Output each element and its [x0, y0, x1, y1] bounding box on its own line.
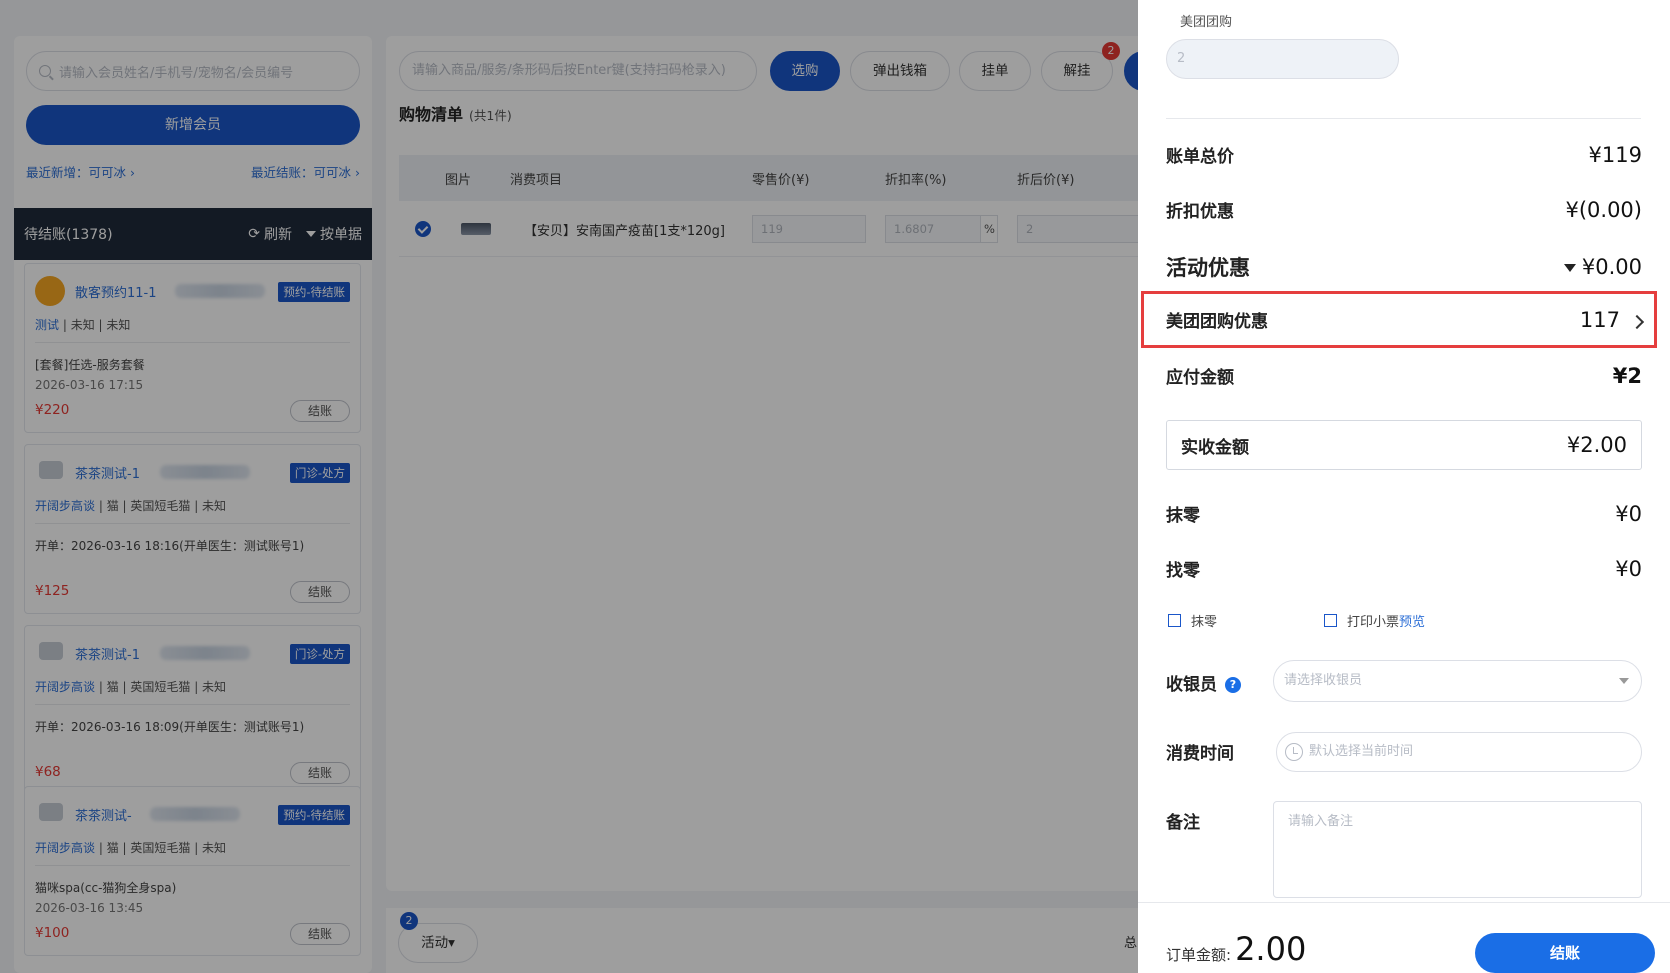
remark-textarea[interactable]: 请输入备注 — [1273, 801, 1642, 898]
change-row: 找零 ¥0 — [1166, 556, 1642, 582]
clock-icon — [1285, 743, 1303, 761]
activity-label: 活动优惠 — [1166, 256, 1250, 280]
rounding-checkbox[interactable] — [1168, 614, 1181, 627]
received-value: ¥2.00 — [1566, 433, 1627, 457]
payable-value: ¥2 — [1612, 363, 1642, 388]
checkout-button[interactable]: 结账 — [1475, 933, 1655, 973]
activity-value: ¥0.00 — [1581, 255, 1642, 279]
caret-down-icon[interactable] — [1563, 264, 1576, 272]
received-label: 实收金额 — [1181, 437, 1249, 458]
meituan-discount-group: 117 — [1579, 307, 1645, 332]
discount-row: 折扣优惠 ¥(0.00) — [1166, 197, 1642, 223]
meituan-label: 美团团购 — [1180, 15, 1233, 30]
print-checkbox-row[interactable]: 打印小票 预览 — [1324, 611, 1425, 630]
rounding-checkbox-label: 抹零 — [1191, 615, 1218, 630]
print-receipt-checkbox[interactable] — [1324, 614, 1337, 627]
discount-value: ¥(0.00) — [1565, 197, 1642, 222]
time-placeholder: 默认选择当前时间 — [1309, 744, 1414, 759]
activity-value-group: ¥0.00 — [1563, 255, 1642, 279]
rounding-checkbox-row[interactable]: 抹零 — [1168, 611, 1217, 630]
change-value: ¥0 — [1615, 556, 1642, 581]
help-icon[interactable]: ? — [1225, 677, 1241, 693]
payable-label: 应付金额 — [1166, 368, 1234, 388]
consume-time-picker[interactable]: 默认选择当前时间 — [1276, 732, 1642, 772]
meituan-input[interactable]: 2 — [1166, 39, 1399, 79]
meituan-discount-value: 117 — [1579, 307, 1620, 332]
received-amount-input[interactable]: 实收金额 ¥2.00 — [1166, 420, 1642, 470]
checkout-drawer: 美团团购 2 账单总价 ¥119 折扣优惠 ¥(0.00) 活动优惠 ¥0.00… — [1138, 0, 1670, 973]
cashier-label: 收银员 — [1166, 675, 1217, 695]
remark-placeholder: 请输入备注 — [1288, 814, 1354, 829]
preview-link[interactable]: 预览 — [1399, 611, 1425, 630]
bill-total-label: 账单总价 — [1166, 147, 1234, 167]
order-amount-value: 2.00 — [1235, 930, 1307, 968]
print-receipt-label: 打印小票 — [1347, 615, 1400, 630]
bill-total-row: 账单总价 ¥119 — [1166, 142, 1642, 168]
meituan-discount-row[interactable]: 美团团购优惠 117 — [1166, 307, 1645, 332]
payable-row: 应付金额 ¥2 — [1166, 363, 1642, 389]
remark-label: 备注 — [1166, 813, 1200, 833]
rounding-value: ¥0 — [1615, 501, 1642, 526]
meituan-discount-label: 美团团购优惠 — [1166, 312, 1268, 332]
order-amount: 订单金额: 2.00 — [1166, 930, 1306, 968]
chevron-right-icon — [1629, 314, 1645, 329]
rounding-label: 抹零 — [1166, 506, 1200, 526]
change-label: 找零 — [1166, 561, 1200, 581]
chevron-down-icon — [1619, 678, 1629, 684]
time-label: 消费时间 — [1166, 744, 1234, 764]
order-amount-label: 订单金额: — [1166, 946, 1232, 964]
rounding-row: 抹零 ¥0 — [1166, 501, 1642, 527]
cashier-placeholder: 请选择收银员 — [1284, 673, 1363, 688]
cashier-label-group: 收银员? — [1166, 670, 1241, 695]
discount-label: 折扣优惠 — [1166, 202, 1234, 222]
cashier-select[interactable]: 请选择收银员 — [1273, 660, 1642, 702]
bill-total-value: ¥119 — [1588, 142, 1642, 167]
activity-row[interactable]: 活动优惠 ¥0.00 — [1166, 252, 1642, 282]
